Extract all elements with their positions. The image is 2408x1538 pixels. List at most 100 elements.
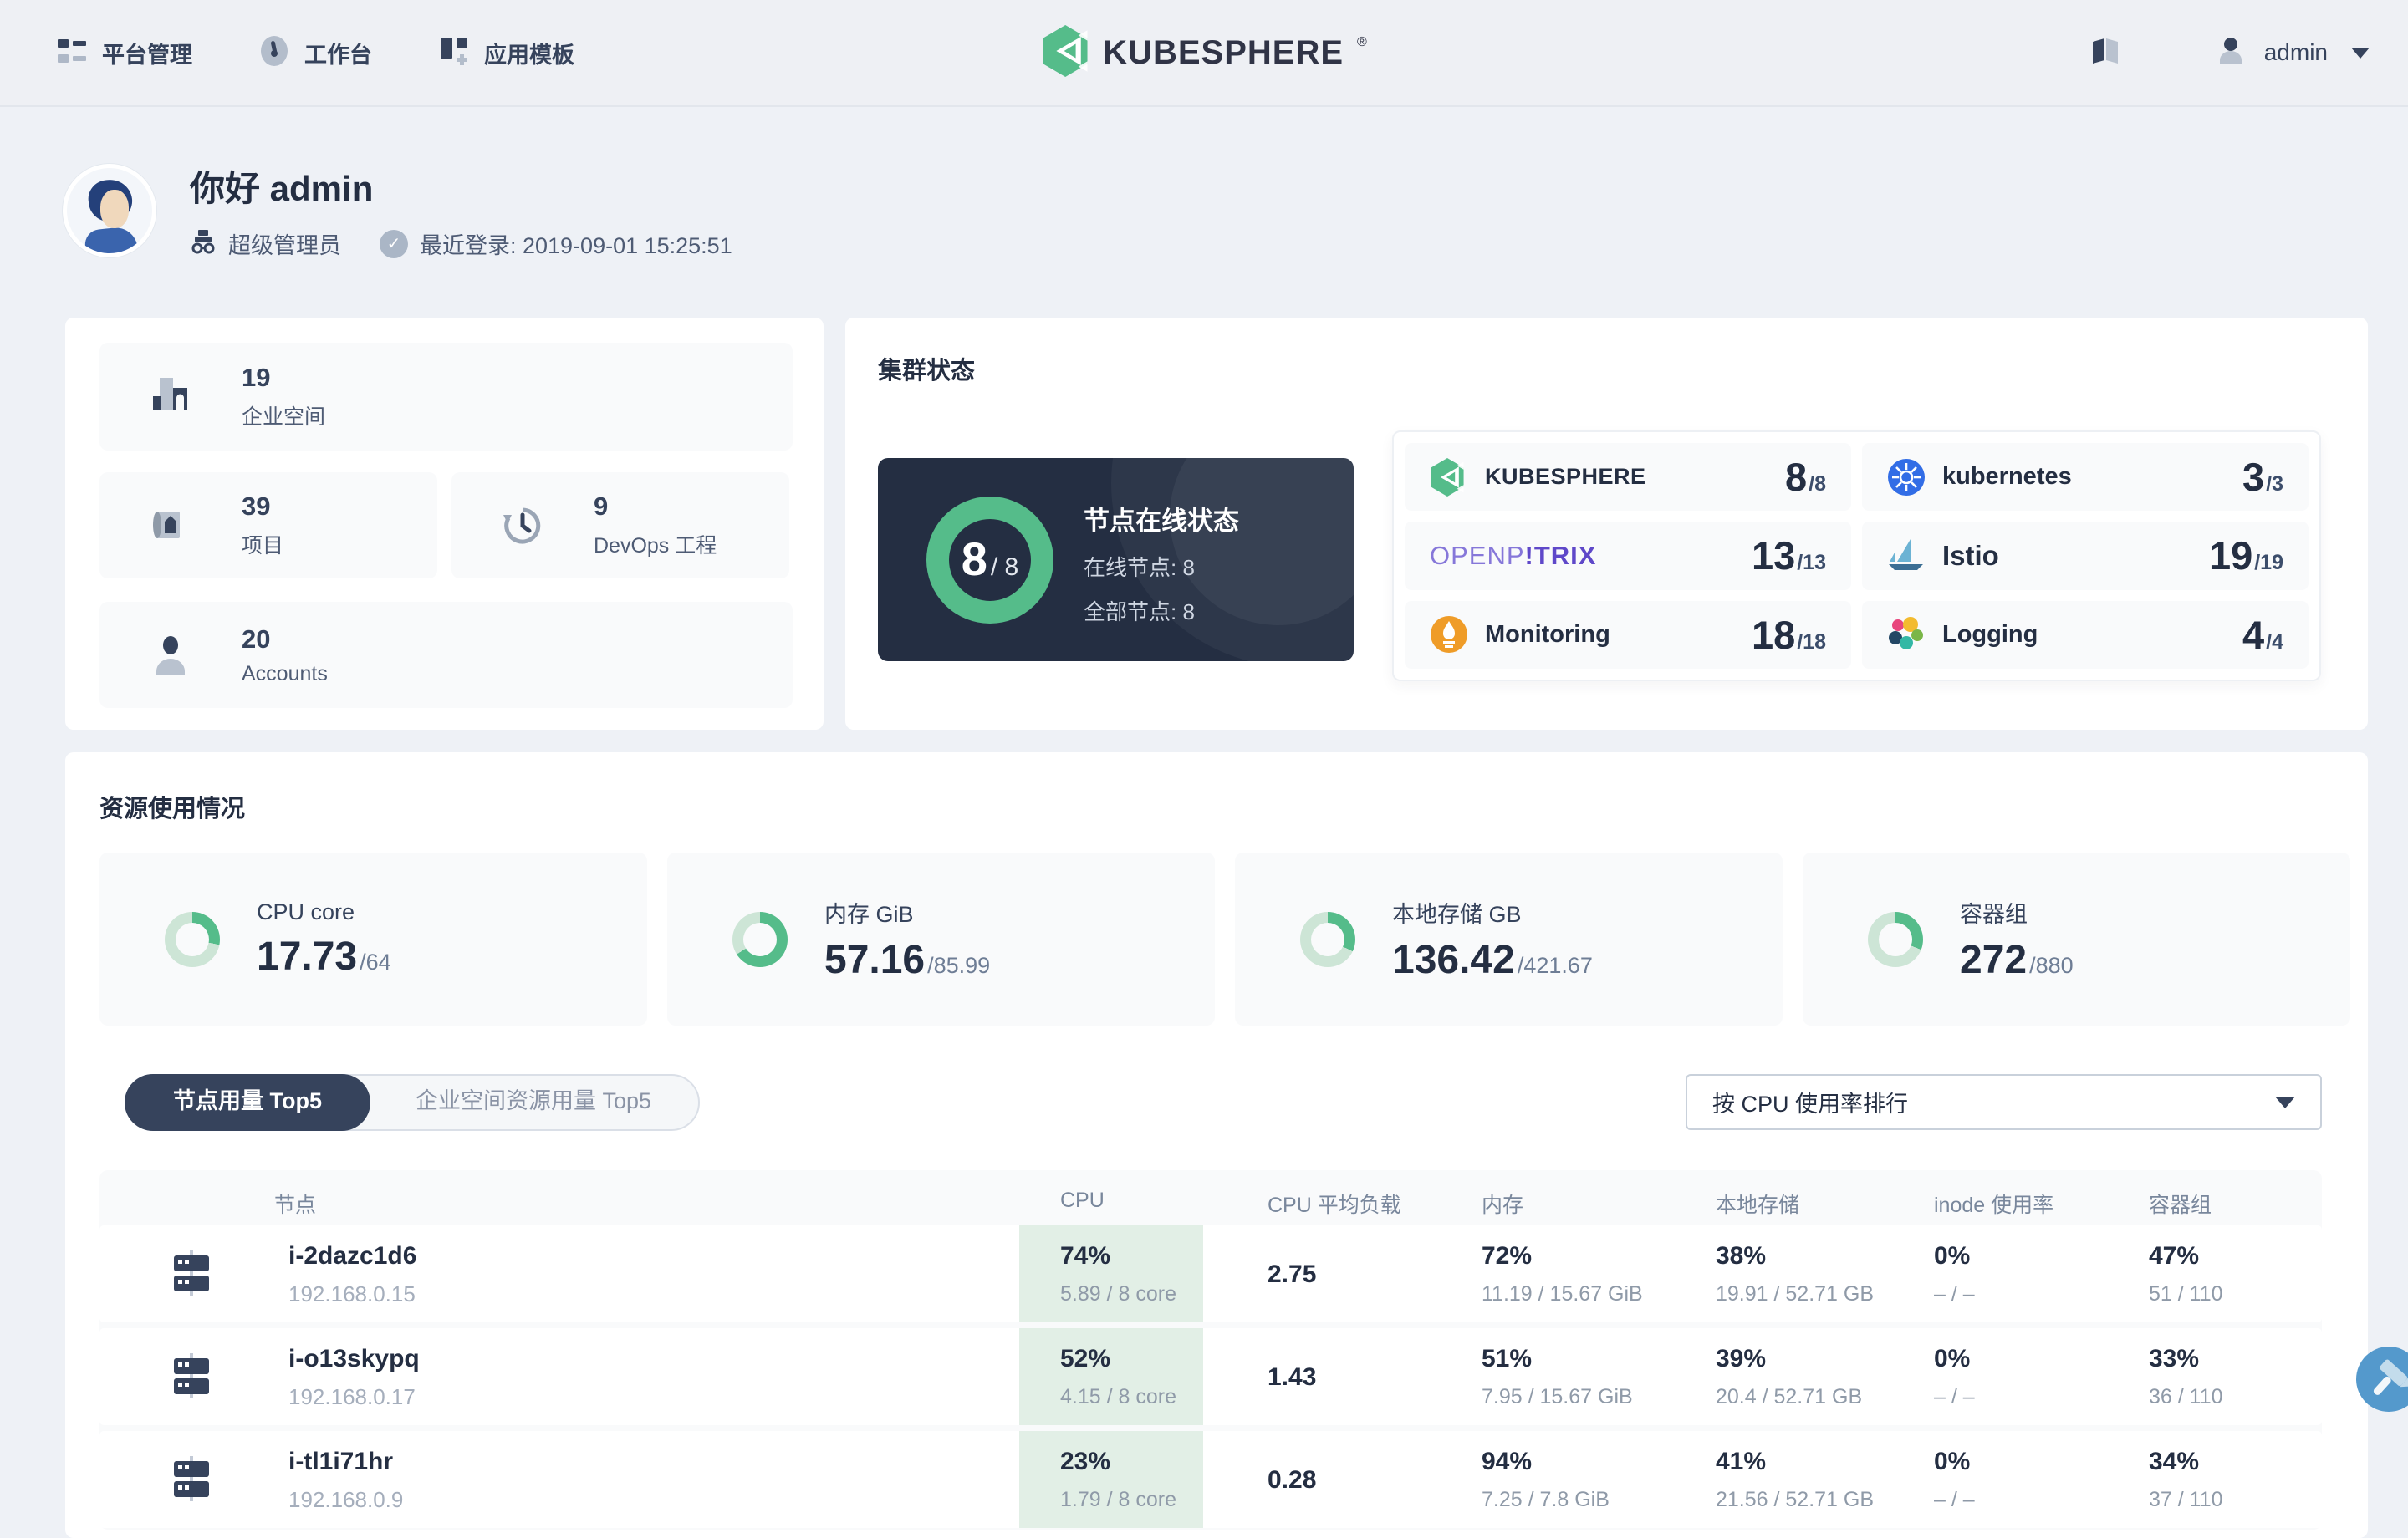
resource-label: 容器组 [1960,901,2028,927]
nav-item-label: 工作台 [304,42,372,68]
tab-workspace-usage[interactable]: 企业空间资源用量 Top5 [367,1074,700,1131]
component-kubernetes[interactable]: kubernetes 3/3 [1862,443,2309,512]
table-header: 节点 CPU CPU 平均负载 内存 本地存储 inode 使用率 容器组 [99,1170,2322,1225]
stat-projects[interactable]: 39 项目 [99,472,437,578]
avatar[interactable] [63,164,156,257]
sort-dropdown-value: 按 CPU 使用率排行 [1712,1092,1909,1117]
resource-cpu[interactable]: CPU core 17.73/64 [99,853,647,1026]
resource-memory[interactable]: 内存 GiB 57.16/85.99 [667,853,1215,1026]
stat-value: 20 [242,624,271,654]
node-usage-table: 节点 CPU CPU 平均负载 内存 本地存储 inode 使用率 容器组 i-… [99,1170,2322,1530]
nav-item-platform[interactable]: 平台管理 [55,34,192,72]
role-label: 超级管理员 [228,233,341,258]
node-ip: 192.168.0.9 [288,1487,404,1512]
cpu-donut [165,911,220,967]
cpu-usage-cell: 52% 4.15 / 8 core [1019,1328,1203,1425]
cpu-detail: 1.79 / 8 core [1060,1488,1176,1511]
col-header-load: CPU 平均负载 [1268,1194,1401,1217]
cpu-load: 0.28 [1268,1466,1317,1494]
component-count: 19 [2208,533,2253,578]
platform-list-icon [55,34,89,72]
cpu-percent: 52% [1060,1345,1111,1372]
table-row[interactable]: i-2dazc1d6 192.168.0.15 74% 5.89 / 8 core … [99,1225,2322,1322]
component-count: 4 [2242,612,2265,657]
last-login: ✓ 最近登录: 2019-09-01 15:25:51 [380,227,732,260]
col-header-pods: 容器组 [2149,1194,2212,1217]
node-status-text: 节点在线状态 在线节点: 8 全部节点: 8 [1084,500,1239,626]
user-menu[interactable]: admin [2214,34,2370,72]
component-total: /19 [2254,551,2283,575]
components-panel: KUBESPHERE 8/8 kubernetes 3/3 OPENP!TRIX… [1392,430,2321,681]
resource-label: 内存 GiB [824,901,914,927]
cluster-status-title: 集群状态 [878,358,976,384]
greeting-meta: 超级管理员 ✓ 最近登录: 2019-09-01 15:25:51 [190,227,732,261]
component-total: /8 [1809,472,1826,497]
tab-node-usage[interactable]: 节点用量 Top5 [125,1074,370,1131]
avatar-face [100,190,129,228]
devops-history-icon [498,502,547,550]
top-nav: 平台管理 工作台 应用模板 KUBESPHERE ® admin [0,0,2408,107]
stat-accounts[interactable]: 20 Accounts [99,602,793,708]
stat-value: 9 [594,491,609,521]
memory-detail: 7.25 / 7.8 GiB [1482,1488,1610,1511]
last-login-label: 最近登录: 2019-09-01 15:25:51 [420,233,732,258]
component-openpitrix[interactable]: OPENP!TRIX 13/13 [1405,522,1851,590]
component-logging[interactable]: Logging 4/4 [1862,600,2309,669]
kubesphere-icon [1430,457,1468,497]
nav-item-app-templates[interactable]: 应用模板 [437,34,574,72]
pods-percent: 47% [2149,1242,2200,1270]
component-count: 18 [1751,612,1796,657]
component-istio[interactable]: Istio 19/19 [1862,522,2309,590]
nav-item-workbench[interactable]: 工作台 [258,33,372,74]
resource-usage-card: 资源使用情况 CPU core 17.73/64 内存 GiB 57.16/85… [65,752,2368,1538]
node-name[interactable]: i-tl1i71hr [288,1448,403,1476]
role-badge-icon [190,227,217,261]
cpu-usage-cell: 74% 5.89 / 8 core [1019,1225,1203,1322]
pods-donut [1868,911,1923,967]
stat-devops[interactable]: 9 DevOps 工程 [452,472,789,578]
pods-detail: 36 / 110 [2149,1385,2223,1408]
component-name: KUBESPHERE [1485,464,1646,490]
pods-detail: 37 / 110 [2149,1488,2223,1511]
accounts-person-icon [146,631,195,680]
user-role: 超级管理员 [190,227,341,261]
user-name: admin [2263,39,2328,65]
component-kubesphere[interactable]: KUBESPHERE 8/8 [1405,443,1851,512]
clock-icon: ✓ [380,229,408,258]
user-avatar-icon [2214,34,2247,72]
inode-percent: 0% [1934,1448,1971,1475]
server-icon [167,1454,216,1503]
inode-percent: 0% [1934,1345,1971,1372]
kubesphere-mark-icon [1041,24,1089,81]
table-row[interactable]: i-tl1i71hr 192.168.0.9 23% 1.79 / 8 core 0… [99,1431,2322,1528]
node-status-title: 节点在线状态 [1084,507,1239,536]
table-row[interactable]: i-o13skypq 192.168.0.17 52% 4.15 / 8 core … [99,1328,2322,1425]
docs-book-icon[interactable] [2089,34,2122,72]
resource-total: /880 [2029,952,2074,978]
node-name[interactable]: i-o13skypq [288,1345,420,1373]
component-monitoring[interactable]: Monitoring 18/18 [1405,600,1851,669]
greeting-text: 你好 admin 超级管理员 ✓ 最近登录: 2019-09-01 15:25:… [190,160,732,261]
resource-pods[interactable]: 容器组 272/880 [1803,853,2350,1026]
node-ip: 192.168.0.17 [288,1384,416,1409]
cpu-detail: 5.89 / 8 core [1060,1282,1176,1306]
kubesphere-logo[interactable]: KUBESPHERE ® [1041,0,1367,105]
resource-usage-title: 资源使用情况 [99,796,246,822]
greeting-block: 你好 admin 超级管理员 ✓ 最近登录: 2019-09-01 15:25:… [63,160,732,261]
resource-storage[interactable]: 本地存储 GB 136.42/421.67 [1235,853,1783,1026]
inode-detail: – / – [1934,1385,1975,1408]
cpu-percent: 23% [1060,1448,1111,1475]
resource-value: 136.42 [1392,937,1515,982]
sort-dropdown[interactable]: 按 CPU 使用率排行 [1686,1074,2322,1130]
node-online-status-card[interactable]: 8 / 8 节点在线状态 在线节点: 8 全部节点: 8 [878,458,1354,661]
stat-label: Accounts [242,661,328,685]
resource-value: 272 [1960,937,2028,982]
component-name: Monitoring [1485,620,1610,648]
component-name: Istio [1942,539,1999,571]
node-name[interactable]: i-2dazc1d6 [288,1242,416,1271]
istio-sail-icon [1887,537,1926,575]
resource-total: /64 [360,949,391,975]
logging-cluster-icon [1887,615,1926,654]
stat-label: 企业空间 [242,405,326,429]
stat-workspaces[interactable]: 19 企业空间 [99,343,793,451]
